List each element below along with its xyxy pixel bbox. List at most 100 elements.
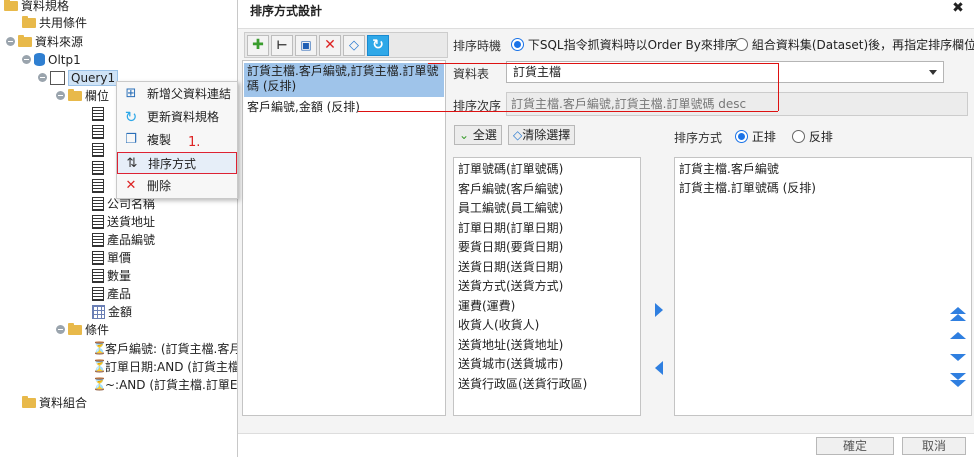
table-label: 資料表: [453, 67, 490, 81]
move-right-icon[interactable]: [655, 303, 663, 317]
double-chevron-icon: ⌄: [459, 128, 470, 142]
menu-item-add-parent-link[interactable]: ⊞ 新增父資料連結: [117, 83, 237, 105]
list-item[interactable]: 員工編號(員工編號): [458, 199, 563, 218]
list-item[interactable]: 訂單號碼(訂單號碼): [458, 160, 563, 179]
sort-definition-list[interactable]: 訂貨主檔.客戶編號,訂貨主檔.訂單號碼 (反排) 客戶編號,金額 (反排): [242, 60, 446, 416]
radio-sql[interactable]: [511, 38, 524, 51]
tree-field[interactable]: [92, 105, 107, 123]
sort-desc-option[interactable]: 反排: [792, 128, 833, 145]
tree-query[interactable]: Query1: [38, 69, 119, 87]
tree-condition[interactable]: ⏳訂單日期:AND (訂貨主檔: [92, 358, 240, 376]
tree-condition[interactable]: ⏳~:AND (訂貨主檔.訂單E: [92, 376, 237, 394]
annotation-line: [428, 63, 778, 64]
tree-field[interactable]: [92, 177, 107, 195]
list-item[interactable]: 收貨人(收貨人): [458, 316, 539, 335]
collapse-icon[interactable]: [6, 37, 15, 46]
refresh-icon[interactable]: ↻: [367, 35, 389, 56]
collapse-icon[interactable]: [56, 91, 65, 100]
delete-icon[interactable]: ✕: [319, 35, 341, 56]
field-icon: [92, 178, 104, 193]
list-item[interactable]: 要貨日期(要貨日期): [458, 238, 563, 257]
tree-condition[interactable]: ⏳客戶編號: (訂貨主檔.客月: [92, 340, 241, 358]
sort-toolbar: ✚ ⊢ ▣ ✕ ◇ ↻: [244, 32, 448, 58]
menu-item-delete[interactable]: ✕ 刪除: [117, 175, 237, 197]
menu-item-copy[interactable]: ❐ 複製: [117, 129, 237, 151]
add-icon[interactable]: ✚: [247, 35, 269, 56]
tree-field[interactable]: [92, 159, 107, 177]
list-item[interactable]: 送貨城市(送貨城市): [458, 355, 563, 374]
tree-field[interactable]: 單價: [92, 249, 131, 267]
tree-root[interactable]: 資料規格: [4, 0, 69, 15]
move-top-icon-part: [950, 314, 966, 321]
radio-dataset[interactable]: [735, 38, 748, 51]
tree-datasource[interactable]: 資料來源: [6, 33, 83, 51]
list-item[interactable]: 客戶編號,金額 (反排): [244, 99, 444, 116]
field-icon: [92, 196, 104, 211]
collapse-icon[interactable]: [38, 73, 47, 82]
timing-option-sql[interactable]: 下SQL指令抓資料時以Order By來排序: [511, 36, 737, 53]
dialog-titlebar: 排序方式設計 ✖: [238, 0, 974, 20]
tree-field[interactable]: 數量: [92, 267, 131, 285]
ok-button[interactable]: 確定: [816, 437, 894, 455]
close-icon[interactable]: ✖: [950, 0, 966, 16]
list-item[interactable]: 客戶編號(客戶編號): [458, 180, 563, 199]
collapse-icon[interactable]: [56, 325, 65, 334]
move-top-icon[interactable]: [950, 307, 966, 314]
radio-desc[interactable]: [792, 130, 805, 143]
move-down-icon[interactable]: [950, 354, 966, 361]
collapse-icon[interactable]: [22, 55, 31, 64]
query-icon: [50, 70, 65, 85]
folder-icon: [4, 0, 18, 11]
database-icon: [34, 53, 45, 66]
save-icon[interactable]: ▣: [295, 35, 317, 56]
move-bottom-icon-part: [950, 380, 966, 387]
tree-field[interactable]: [92, 123, 107, 141]
list-item[interactable]: 送貨日期(送貨日期): [458, 258, 563, 277]
move-left-icon[interactable]: [655, 361, 663, 375]
sort-icon: ⇅: [126, 156, 138, 171]
folder-icon: [68, 322, 82, 335]
rename-icon[interactable]: ⊢: [271, 35, 293, 56]
tree-field[interactable]: 產品編號: [92, 231, 155, 249]
timing-option-dataset[interactable]: 組合資料集(Dataset)後，再指定排序欄位: [735, 36, 974, 53]
move-bottom-icon[interactable]: [950, 373, 966, 380]
cancel-button[interactable]: 取消: [902, 437, 966, 455]
tree-field[interactable]: 金額: [92, 303, 132, 321]
list-item[interactable]: 送貨方式(送貨方式): [458, 277, 563, 296]
sorted-fields-list[interactable]: 訂貨主檔.客戶編號 訂貨主檔.訂單號碼 (反排): [674, 157, 972, 416]
tree-field[interactable]: 送貨地址: [92, 213, 155, 231]
menu-item-refresh-spec[interactable]: ↻ 更新資料規格: [117, 106, 237, 128]
folder-icon: [22, 15, 36, 28]
tree-field[interactable]: [92, 141, 107, 159]
list-item[interactable]: 訂單日期(訂單日期): [458, 219, 563, 238]
eraser-icon[interactable]: ◇: [343, 35, 365, 56]
field-icon: [92, 250, 104, 265]
field-icon: [92, 124, 104, 139]
list-item[interactable]: 訂貨主檔.客戶編號: [679, 160, 779, 179]
chevron-down-icon: [929, 70, 937, 75]
tree-datasets[interactable]: 資料組合: [22, 394, 87, 412]
sort-asc-option[interactable]: 正排: [735, 128, 776, 145]
tree-oltp[interactable]: Oltp1: [22, 51, 81, 69]
tree-shared-conditions[interactable]: 共用條件: [22, 14, 87, 32]
table-select[interactable]: 訂貨主檔: [506, 61, 944, 83]
tree-fields-folder[interactable]: 欄位: [56, 87, 109, 105]
list-item[interactable]: 訂貨主檔.訂單號碼 (反排): [679, 179, 816, 198]
tree-conditions-folder[interactable]: 條件: [56, 321, 109, 339]
sort-mode-label: 排序方式: [674, 131, 723, 145]
field-icon: [92, 286, 104, 301]
menu-item-sort[interactable]: ⇅ 排序方式: [117, 152, 237, 174]
annotation-line: [358, 111, 778, 112]
tree-field[interactable]: 產品: [92, 285, 131, 303]
annotation-step-label: 1.: [188, 135, 201, 150]
list-item[interactable]: 運費(運費): [458, 297, 515, 316]
select-all-button[interactable]: ⌄ 全選: [454, 125, 502, 145]
radio-asc[interactable]: [735, 130, 748, 143]
clear-selection-button[interactable]: ◇清除選擇: [508, 125, 576, 145]
move-up-icon[interactable]: [950, 332, 966, 339]
available-fields-list[interactable]: 訂單號碼(訂單號碼) 客戶編號(客戶編號) 員工編號(員工編號) 訂單日期(訂單日期)…: [453, 157, 641, 416]
filter-icon: ⏳: [92, 377, 107, 391]
list-item[interactable]: 送貨地址(送貨地址): [458, 336, 563, 355]
list-item[interactable]: 訂貨主檔.客戶編號,訂貨主檔.訂單號碼 (反排): [244, 63, 444, 97]
list-item[interactable]: 送貨行政區(送貨行政區): [458, 375, 587, 394]
